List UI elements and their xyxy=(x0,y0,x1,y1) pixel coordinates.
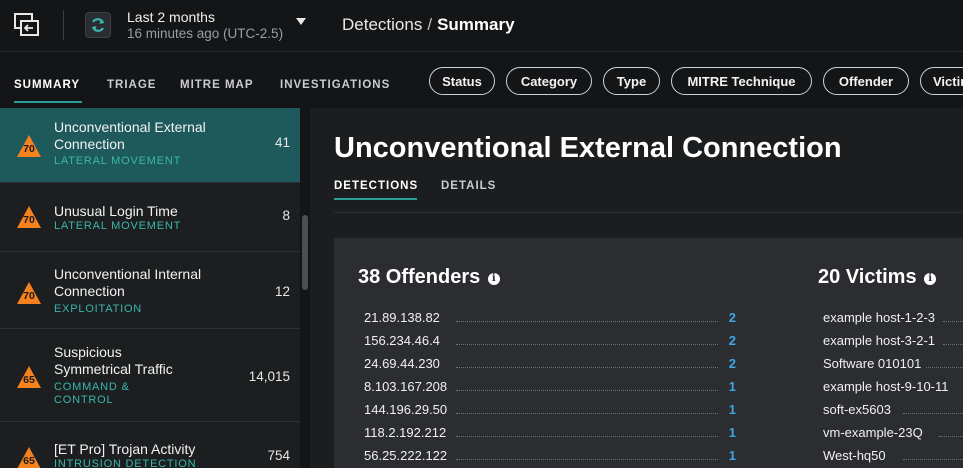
breadcrumb-summary: Summary xyxy=(437,15,515,34)
top-bar: Last 2 months 16 minutes ago (UTC-2.5) D… xyxy=(0,0,963,52)
breadcrumb-detections[interactable]: Detections xyxy=(342,15,422,34)
severity-badge: 70 xyxy=(16,205,42,229)
detection-name: Unusual Login Time xyxy=(54,203,178,219)
detection-name: Unconventional Internal Connection xyxy=(54,266,202,299)
victim-row[interactable]: example host-3-2-1 xyxy=(823,333,963,351)
detection-item[interactable]: 70 Unconventional Internal Connection EX… xyxy=(0,252,300,329)
offenders-heading: 38 Offenders i xyxy=(358,266,500,289)
severity-badge: 70 xyxy=(16,281,42,305)
offender-row[interactable]: 8.103.167.208 1 xyxy=(364,379,736,397)
detection-count: 14,015 xyxy=(248,369,290,384)
victim-host: Software 010101 xyxy=(823,356,926,371)
detection-item[interactable]: 65 Suspicious Symmetrical Traffic COMMAN… xyxy=(0,329,300,422)
tab-detections[interactable]: DETECTIONS xyxy=(334,180,418,192)
victim-host: soft-ex5603 xyxy=(823,402,895,417)
offender-count[interactable]: 1 xyxy=(729,425,736,440)
offender-ip: 8.103.167.208 xyxy=(364,379,452,394)
victim-row[interactable]: example host-9-10-11 xyxy=(823,379,963,397)
tab-summary[interactable]: SUMMARY xyxy=(14,79,80,91)
victim-row[interactable]: example host-1-2-3 xyxy=(823,310,963,328)
offender-count[interactable]: 2 xyxy=(729,310,736,325)
active-subtab-indicator xyxy=(334,198,417,200)
detection-name: [ET Pro] Trojan Activity xyxy=(54,441,196,457)
detection-category: EXPLOITATION xyxy=(54,303,143,315)
victim-host: example host-9-10-11 xyxy=(823,379,953,394)
victim-row[interactable]: vm-example-23Q xyxy=(823,425,963,443)
offender-ip: 156.234.46.4 xyxy=(364,333,444,348)
victim-host: West-hq50 xyxy=(823,448,890,463)
victim-host: example host-1-2-3 xyxy=(823,310,939,325)
tab-details[interactable]: DETAILS xyxy=(441,180,496,192)
page-title: Unconventional External Connection xyxy=(334,132,842,164)
last-updated-label: 16 minutes ago (UTC-2.5) xyxy=(127,26,284,41)
breadcrumb: Detections / Summary xyxy=(342,15,515,35)
chevron-down-icon[interactable] xyxy=(296,18,306,25)
offender-ip: 118.2.192.212 xyxy=(364,425,451,440)
sidebar-scrollbar-thumb[interactable] xyxy=(302,215,308,290)
detection-count: 8 xyxy=(282,208,290,223)
filter-mitre-technique-button[interactable]: MITRE Technique xyxy=(671,67,812,95)
detection-item[interactable]: 70 Unusual Login Time LATERAL MOVEMENT 8 xyxy=(0,183,300,252)
offender-row[interactable]: 118.2.192.212 1 xyxy=(364,425,736,443)
detection-category: INTRUSION DETECTION xyxy=(54,458,197,468)
offender-count[interactable]: 2 xyxy=(729,356,736,371)
offender-count[interactable]: 1 xyxy=(729,448,736,463)
active-tab-indicator xyxy=(14,101,82,103)
offender-ip: 24.69.44.230 xyxy=(364,356,444,371)
offender-count[interactable]: 1 xyxy=(729,379,736,394)
filter-category-button[interactable]: Category xyxy=(506,67,592,95)
time-range-label[interactable]: Last 2 months xyxy=(127,9,215,25)
offender-ip: 144.196.29.50 xyxy=(364,402,452,417)
detection-count: 41 xyxy=(274,135,290,150)
info-icon[interactable]: i xyxy=(924,273,937,285)
tab-triage[interactable]: TRIAGE xyxy=(107,79,156,91)
detection-count: 754 xyxy=(267,448,290,463)
tab-mitre-map[interactable]: MITRE MAP xyxy=(180,79,254,91)
refresh-icon xyxy=(91,18,105,32)
victim-row[interactable]: soft-ex5603 xyxy=(823,402,963,420)
breadcrumb-separator: / xyxy=(427,15,433,34)
offender-ip: 56.25.222.122 xyxy=(364,448,452,463)
victim-host: vm-example-23Q xyxy=(823,425,927,440)
info-icon[interactable]: i xyxy=(487,273,500,285)
detection-name: Suspicious Symmetrical Traffic xyxy=(54,344,173,377)
victim-row[interactable]: West-hq50 xyxy=(823,448,963,466)
severity-badge: 65 xyxy=(16,446,42,468)
app-logo-icon[interactable] xyxy=(14,13,40,37)
offender-row[interactable]: 144.196.29.50 1 xyxy=(364,402,736,420)
divider xyxy=(63,10,64,40)
nav-row: SUMMARY TRIAGE MITRE MAP INVESTIGATIONS … xyxy=(0,52,963,108)
offender-count[interactable]: 1 xyxy=(729,402,736,417)
severity-badge: 70 xyxy=(16,134,42,158)
detection-name: Unconventional External Connection xyxy=(54,119,206,152)
detection-category: LATERAL MOVEMENT xyxy=(54,220,182,232)
victim-row[interactable]: Software 010101 xyxy=(823,356,963,374)
detection-item[interactable]: 70 Unconventional External Connection LA… xyxy=(0,108,300,183)
offender-row[interactable]: 24.69.44.230 2 xyxy=(364,356,736,374)
main-content: Unconventional External Connection DETEC… xyxy=(310,108,963,468)
filter-offender-button[interactable]: Offender xyxy=(823,67,909,95)
offender-row[interactable]: 56.25.222.122 1 xyxy=(364,448,736,466)
detection-count: 12 xyxy=(274,284,290,299)
detection-category: COMMAND & CONTROL xyxy=(54,381,130,406)
detections-sidebar: 70 Unconventional External Connection LA… xyxy=(0,108,310,468)
offender-row[interactable]: 156.234.46.4 2 xyxy=(364,333,736,351)
filter-victim-button[interactable]: Victim xyxy=(920,67,963,95)
victim-host: example host-3-2-1 xyxy=(823,333,939,348)
detection-item[interactable]: 65 [ET Pro] Trojan Activity INTRUSION DE… xyxy=(0,422,300,468)
severity-badge: 65 xyxy=(16,365,42,389)
tab-investigations[interactable]: INVESTIGATIONS xyxy=(280,79,390,91)
offender-ip: 21.89.138.82 xyxy=(364,310,444,325)
summary-panel: 38 Offenders i 21.89.138.82 2 156.234.46… xyxy=(334,238,963,468)
filter-type-button[interactable]: Type xyxy=(603,67,660,95)
offender-row[interactable]: 21.89.138.82 2 xyxy=(364,310,736,328)
offender-count[interactable]: 2 xyxy=(729,333,736,348)
filter-status-button[interactable]: Status xyxy=(429,67,495,95)
victims-heading: 20 Victims i xyxy=(818,266,937,289)
detection-category: LATERAL MOVEMENT xyxy=(54,155,182,167)
refresh-button[interactable] xyxy=(85,12,111,38)
divider xyxy=(334,212,963,213)
